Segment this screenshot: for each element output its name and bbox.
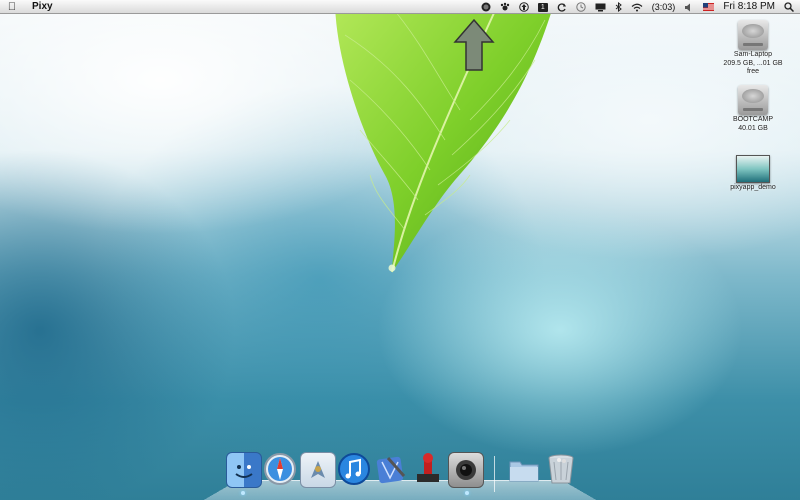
up-arrow-icon — [453, 18, 495, 71]
movie-thumbnail — [736, 155, 770, 183]
desktop-icon-label: Sam-Laptop — [733, 51, 773, 58]
clock[interactable]: Fri 8:18 PM — [723, 0, 775, 14]
safari-icon[interactable] — [263, 452, 297, 486]
status-area: 1 (3:03) Fri 8:18 PM — [481, 0, 794, 14]
xcode-icon[interactable] — [374, 452, 408, 486]
desktop-icon-sam-laptop[interactable]: Sam-Laptop 209.5 GB, ...01 GB free — [718, 20, 788, 76]
trash-icon[interactable] — [544, 452, 578, 486]
dock — [220, 450, 590, 500]
upload-icon[interactable] — [518, 0, 529, 14]
sync-icon[interactable] — [557, 0, 567, 14]
spotlight-icon[interactable] — [784, 0, 794, 14]
desktop-background: Sam-Laptop 209.5 GB, ...01 GB free BOOTC… — [0, 0, 800, 500]
finder-icon[interactable] — [226, 452, 262, 488]
time-machine-icon[interactable] — [576, 0, 586, 14]
stamp-app-icon[interactable] — [411, 452, 445, 486]
dock-separator — [494, 456, 495, 492]
app-name-menu[interactable]: Pixy — [32, 0, 53, 14]
hard-drive-icon — [738, 20, 768, 50]
hard-drive-icon — [738, 85, 768, 115]
record-icon[interactable] — [481, 0, 491, 14]
paw-icon[interactable] — [500, 0, 510, 14]
folder-stack-icon[interactable] — [507, 452, 541, 486]
apple-menu-icon[interactable]:  — [0, 0, 24, 14]
battery-status[interactable]: (3:03) — [652, 0, 676, 14]
desktop-icon-label: BOOTCAMP — [732, 116, 774, 123]
desktop-icon-label: pixyapp_demo — [730, 184, 776, 191]
one-password-icon[interactable]: 1 — [537, 2, 548, 12]
bluetooth-icon[interactable] — [615, 0, 622, 14]
desktop-icon-info: 40.01 GB — [738, 125, 768, 132]
running-indicator — [465, 491, 469, 495]
camera-app-icon[interactable] — [448, 452, 484, 488]
flag-icon[interactable] — [703, 0, 715, 14]
wifi-icon[interactable] — [631, 0, 643, 14]
itunes-icon[interactable] — [337, 452, 371, 486]
running-indicator — [241, 491, 245, 495]
mail-icon[interactable] — [300, 452, 336, 488]
desktop-icon-bootcamp[interactable]: BOOTCAMP 40.01 GB — [718, 85, 788, 133]
volume-icon[interactable] — [684, 0, 694, 14]
display-icon[interactable] — [595, 0, 606, 14]
leaf-wallpaper-image — [335, 0, 555, 273]
desktop-icon-pixyapp-demo[interactable]: pixyapp_demo — [718, 155, 788, 192]
menu-bar:  Pixy 1 (3:03) Fri 8:18 PM — [0, 0, 800, 14]
desktop-icon-info: 209.5 GB, ...01 GB free — [723, 60, 783, 75]
